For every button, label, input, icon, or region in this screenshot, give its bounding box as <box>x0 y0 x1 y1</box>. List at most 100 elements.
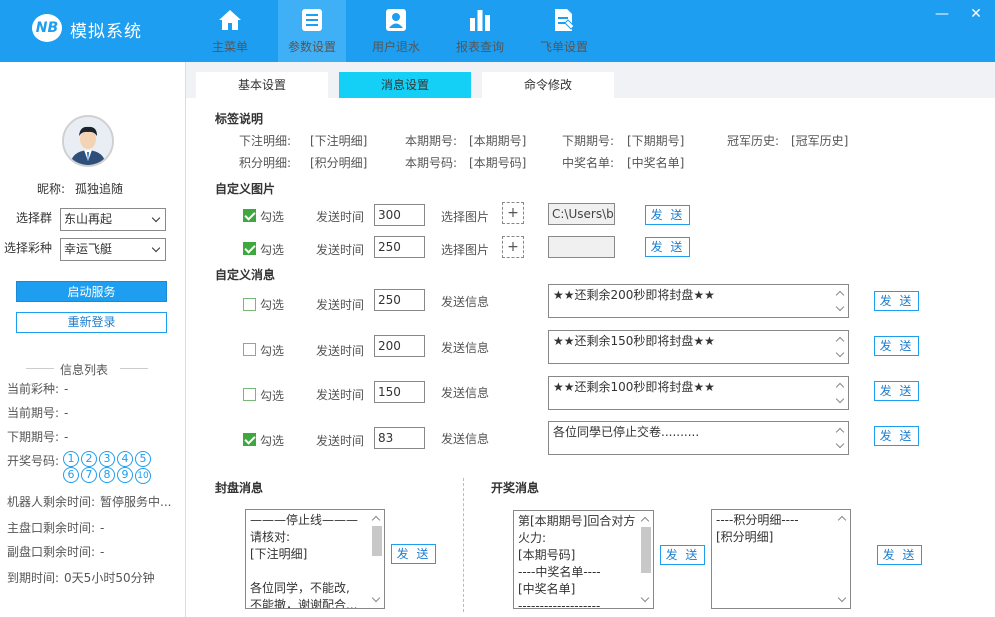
draw-message-text[interactable]: 第[本期期号]回合对方火力: [本期号码] ----中奖名单---- [中奖名单… <box>513 510 654 609</box>
lottery-label: 选择彩种 <box>4 241 53 255</box>
message-row-4-send-button[interactable]: 发 送 <box>874 426 919 446</box>
number-ball: 5 <box>135 451 151 467</box>
scrollbar[interactable] <box>834 331 848 363</box>
info-current-lottery: 当前彩种: - <box>7 380 68 397</box>
tag-name: 积分明细: <box>239 156 292 170</box>
nav-main-menu[interactable]: 主菜单 <box>196 0 264 62</box>
message-row-3-time-input[interactable]: 150 <box>374 381 425 403</box>
draw-send-button[interactable]: 发 送 <box>660 545 705 565</box>
message-row-1-time-input[interactable]: 250 <box>374 289 425 311</box>
points-send-button[interactable]: 发 送 <box>877 545 922 565</box>
scrollbar[interactable] <box>370 510 384 608</box>
message-row-4-text[interactable]: 各位同學已停止交卷.......... <box>548 421 849 455</box>
tab-basic-settings[interactable]: 基本设置 <box>196 72 328 98</box>
image-row-2-path[interactable] <box>548 236 615 258</box>
message-row-1-text[interactable]: ★★还剩余200秒即将封盘★★ <box>548 284 849 318</box>
nav-user-rebate[interactable]: 用户退水 <box>362 0 430 62</box>
close-button[interactable]: ✕ <box>968 6 984 22</box>
message-row-2-text[interactable]: ★★还剩余150秒即将封盘★★ <box>548 330 849 364</box>
info-value: - <box>64 430 69 444</box>
scrollbar[interactable] <box>834 422 848 454</box>
message-row-1-send-button[interactable]: 发 送 <box>874 291 919 311</box>
info-main-time: 主盘口剩余时间: - <box>7 519 104 536</box>
message-row-4-time-input[interactable]: 83 <box>374 427 425 449</box>
info-label: 副盘口剩余时间: <box>7 545 96 559</box>
section-title-custom-message: 自定义消息 <box>215 268 276 282</box>
app-title: 模拟系统 <box>70 22 142 42</box>
minimize-button[interactable]: — <box>934 6 950 22</box>
nickname-row: 昵称: 孤独追随 <box>37 180 123 197</box>
top-bar: NB 模拟系统 主菜单 参数设置 用户退水 报表查询 飞单设置 — ✕ <box>0 0 995 62</box>
seal-send-button[interactable]: 发 送 <box>391 544 436 564</box>
send-message-label: 发送信息 <box>441 386 490 400</box>
number-ball: 8 <box>99 467 115 483</box>
send-message-label: 发送信息 <box>441 295 490 309</box>
scrollbar[interactable] <box>834 377 848 409</box>
section-title-labels: 标签说明 <box>215 112 264 126</box>
number-ball: 10 <box>135 468 151 484</box>
info-draw-numbers: 开奖号码: <box>7 452 59 469</box>
send-time-label: 发送时间 <box>316 344 365 358</box>
section-title-custom-image: 自定义图片 <box>215 182 276 196</box>
tab-message-settings[interactable]: 消息设置 <box>339 72 471 98</box>
image-row-2-time-input[interactable]: 250 <box>374 236 425 258</box>
scrollbar[interactable] <box>836 510 850 608</box>
info-sub-time: 副盘口剩余时间: - <box>7 543 104 560</box>
info-label: 下期期号: <box>7 430 60 444</box>
check-label: 勾选 <box>260 210 285 224</box>
info-label: 当前彩种: <box>7 382 60 396</box>
send-message-label: 发送信息 <box>441 341 490 355</box>
nav-param-settings[interactable]: 参数设置 <box>278 0 346 62</box>
tag-name: 下期期号: <box>562 134 615 148</box>
image-row-2-checkbox[interactable] <box>243 242 256 255</box>
message-row-2-send-button[interactable]: 发 送 <box>874 336 919 356</box>
document-edit-icon <box>555 9 575 31</box>
seal-message-text[interactable]: ———停止线——— 请核对: [下注明细] 各位同学，不能改, 不能撤，谢谢配合… <box>245 509 385 609</box>
tag-name: 下注明细: <box>239 134 292 148</box>
add-image-button[interactable]: + <box>502 202 524 224</box>
image-row-2-send-button[interactable]: 发 送 <box>645 237 690 257</box>
section-title-seal: 封盘消息 <box>215 481 264 495</box>
lottery-select[interactable]: 幸运飞艇 <box>60 238 166 261</box>
avatar <box>62 115 114 167</box>
settings-list-icon <box>302 9 322 31</box>
message-row-1-checkbox[interactable] <box>243 298 256 311</box>
app-logo: NB <box>32 14 62 42</box>
message-row-2-time-input[interactable]: 200 <box>374 335 425 357</box>
nav-report-query[interactable]: 报表查询 <box>446 0 514 62</box>
send-time-label: 发送时间 <box>316 210 365 224</box>
scrollbar[interactable] <box>639 511 653 608</box>
message-row-3-checkbox[interactable] <box>243 388 256 401</box>
home-icon <box>219 10 241 30</box>
tab-command-edit[interactable]: 命令修改 <box>482 72 614 98</box>
points-detail-text[interactable]: ----积分明细---- [积分明细] <box>711 509 851 609</box>
nav-label: 主菜单 <box>211 40 248 54</box>
number-ball: 3 <box>99 451 115 467</box>
message-row-3-text[interactable]: ★★还剩余100秒即将封盘★★ <box>548 376 849 410</box>
send-time-label: 发送时间 <box>316 243 365 257</box>
info-value: - <box>100 521 105 535</box>
image-row-1-time-input[interactable]: 300 <box>374 204 425 226</box>
message-row-2-checkbox[interactable] <box>243 343 256 356</box>
image-row-1-checkbox[interactable] <box>243 209 256 222</box>
nav-flight-settings[interactable]: 飞单设置 <box>530 0 598 62</box>
message-row-3-send-button[interactable]: 发 送 <box>874 381 919 401</box>
number-ball: 7 <box>81 467 97 483</box>
image-row-1-path[interactable]: C:\Users\b <box>548 203 615 225</box>
message-text: ----积分明细---- [积分明细] <box>716 513 799 544</box>
info-value: 0天5小时50分钟 <box>64 571 155 585</box>
tag-value: [积分明细] <box>310 156 368 170</box>
group-select[interactable]: 东山再起 <box>60 208 166 231</box>
message-text: 第[本期期号]回合对方火力: [本期号码] ----中奖名单---- [中奖名单… <box>518 514 636 609</box>
scrollbar[interactable] <box>834 285 848 317</box>
info-value: 暂停服务中... <box>100 495 172 509</box>
image-row-1-send-button[interactable]: 发 送 <box>645 205 690 225</box>
relogin-button[interactable]: 重新登录 <box>16 312 167 333</box>
message-row-4-checkbox[interactable] <box>243 433 256 446</box>
send-time-label: 发送时间 <box>316 388 365 402</box>
start-service-button[interactable]: 启动服务 <box>16 281 167 302</box>
nav-label: 参数设置 <box>287 40 336 54</box>
check-label: 勾选 <box>260 243 285 257</box>
info-next-period: 下期期号: - <box>7 428 68 445</box>
add-image-button[interactable]: + <box>502 236 524 258</box>
